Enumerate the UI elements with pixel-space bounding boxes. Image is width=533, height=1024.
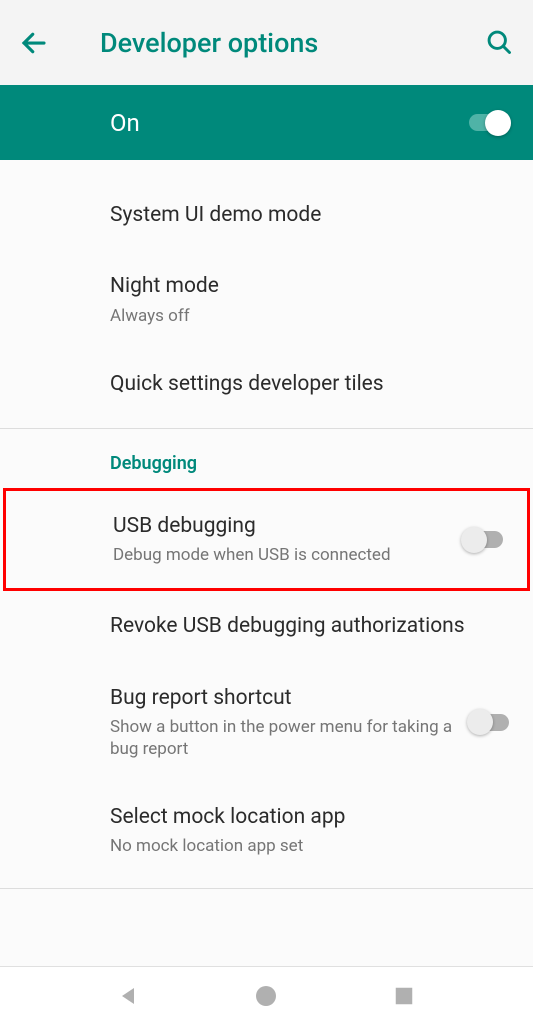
- item-subtitle: Always off: [110, 305, 511, 327]
- master-toggle-label: On: [110, 109, 461, 137]
- item-night-mode[interactable]: Night mode Always off: [0, 251, 533, 348]
- item-title: Quick settings developer tiles: [110, 371, 511, 398]
- item-bug-report-shortcut[interactable]: Bug report shortcut Show a button in the…: [0, 663, 533, 782]
- item-title: System UI demo mode: [110, 202, 511, 229]
- section-header-debugging: Debugging: [0, 429, 533, 488]
- master-toggle-switch[interactable]: [461, 108, 511, 138]
- item-subtitle: Debug mode when USB is connected: [113, 544, 455, 566]
- item-subtitle: No mock location app set: [110, 835, 511, 857]
- item-title: Night mode: [110, 273, 511, 300]
- nav-recents-icon[interactable]: [390, 982, 418, 1010]
- item-revoke-usb-auth[interactable]: Revoke USB debugging authorizations: [0, 591, 533, 662]
- item-title: Revoke USB debugging authorizations: [110, 613, 511, 640]
- nav-home-icon[interactable]: [252, 982, 280, 1010]
- master-toggle-row[interactable]: On: [0, 85, 533, 160]
- search-icon[interactable]: [485, 28, 515, 58]
- usb-debugging-toggle[interactable]: [455, 525, 505, 555]
- item-subtitle: Show a button in the power menu for taki…: [110, 716, 461, 760]
- item-usb-debugging[interactable]: USB debugging Debug mode when USB is con…: [3, 488, 530, 591]
- settings-list: System UI demo mode Night mode Always of…: [0, 160, 533, 966]
- nav-back-icon[interactable]: [115, 982, 143, 1010]
- item-title: USB debugging: [113, 513, 455, 540]
- item-title: Bug report shortcut: [110, 685, 461, 712]
- item-title: Select mock location app: [110, 804, 511, 831]
- item-system-ui-demo-mode[interactable]: System UI demo mode: [0, 180, 533, 251]
- section-divider: [0, 888, 533, 889]
- navigation-bar: [0, 966, 533, 1024]
- bug-report-toggle[interactable]: [461, 707, 511, 737]
- item-quick-settings-tiles[interactable]: Quick settings developer tiles: [0, 349, 533, 420]
- item-select-mock-location[interactable]: Select mock location app No mock locatio…: [0, 782, 533, 879]
- page-title: Developer options: [100, 27, 485, 59]
- back-icon[interactable]: [18, 27, 50, 59]
- app-header: Developer options: [0, 0, 533, 85]
